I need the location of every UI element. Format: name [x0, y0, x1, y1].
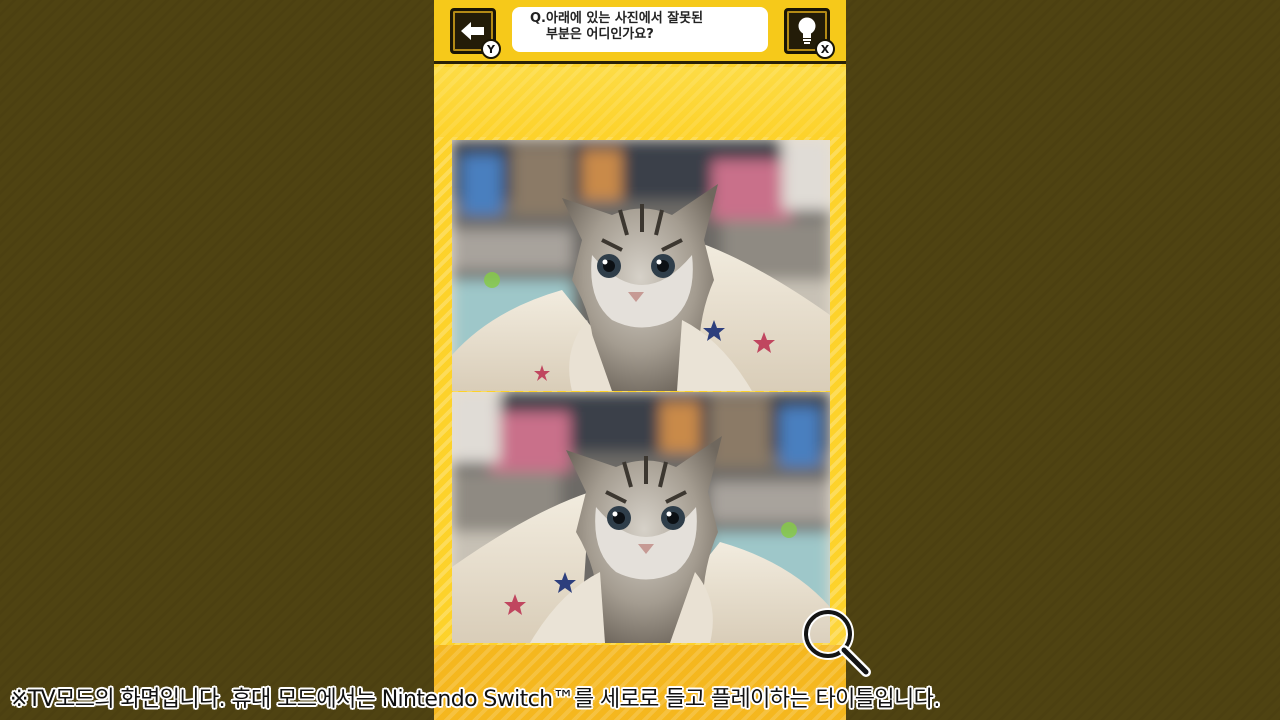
kitten-photo-top [452, 140, 830, 391]
lightbulb-icon [798, 17, 816, 44]
question-text-line1: Q.아래에 있는 사진에서 잘못된 [530, 11, 704, 26]
top-photo-panel[interactable] [452, 140, 830, 391]
arrow-left-icon [461, 22, 484, 40]
question-box: Q.아래에 있는 사진에서 잘못된 부분은 어디인가요? [512, 7, 768, 52]
hint-button[interactable]: X [784, 8, 835, 59]
game-screen: Y Q.아래에 있는 사진에서 잘못된 부분은 어디인가요? X [434, 0, 846, 720]
bottom-photo-panel[interactable] [452, 392, 830, 643]
question-text-line2: 부분은 어디인가요? [546, 27, 654, 42]
back-button[interactable]: Y [450, 8, 501, 59]
kitten-photo-bottom [452, 392, 830, 643]
x-key-badge: X [815, 39, 835, 59]
tv-mode-caption: ※TV모드의 화면입니다. 휴대 모드에서는 Nintendo Switch™를… [10, 687, 940, 712]
magnifier-icon[interactable] [800, 606, 872, 678]
y-key-badge: Y [481, 39, 501, 59]
header-shadow-band [434, 67, 846, 137]
top-bar: Y Q.아래에 있는 사진에서 잘못된 부분은 어디인가요? X [434, 0, 846, 64]
